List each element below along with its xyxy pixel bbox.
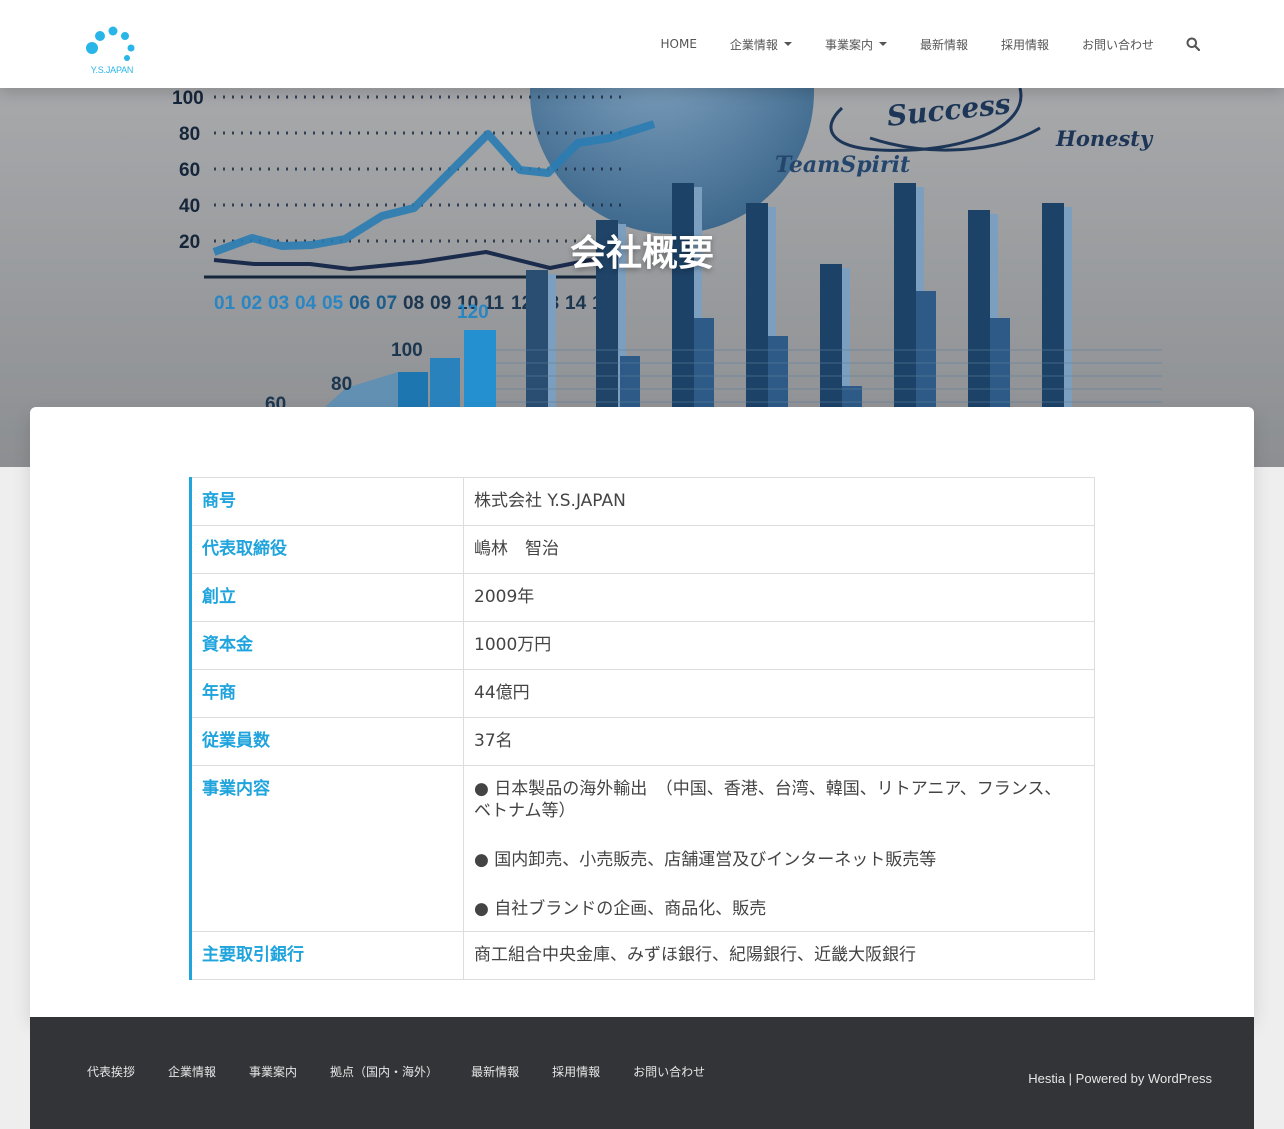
hero-y-tick: 80 [179, 124, 200, 145]
nav-recruit[interactable]: 採用情報 [1001, 36, 1049, 53]
table-row: 年商 44億円 [189, 669, 1095, 718]
site-logo[interactable]: Y.S.JAPAN [84, 26, 140, 78]
site-footer: 代表挨拶 企業情報 事業案内 拠点（国内・海外） 最新情報 採用情報 お問い合わ… [30, 1017, 1254, 1129]
logo-dots-icon [86, 26, 135, 61]
main-nav: HOME 企業情報 事業案内 最新情報 採用情報 お問い合わせ [628, 0, 1200, 88]
hero-x-tick: 01 [214, 293, 236, 314]
footer-link-company[interactable]: 企業情報 [168, 1063, 216, 1080]
business-gap [474, 871, 1084, 898]
row-key: 従業員数 [189, 717, 464, 766]
logo-text: Y.S.JAPAN [90, 65, 134, 75]
business-gap [474, 822, 1084, 849]
nav-home[interactable]: HOME [661, 37, 697, 51]
nav-contact-label: お問い合わせ [1081, 37, 1154, 52]
hero-x-tick: 05 [322, 293, 344, 314]
row-key: 資本金 [189, 621, 464, 670]
footer-nav: 代表挨拶 企業情報 事業案内 拠点（国内・海外） 最新情報 採用情報 お問い合わ… [87, 1063, 738, 1080]
hero-x-tick: 08 [403, 293, 424, 314]
nav-business-label: 事業案内 [824, 37, 873, 52]
hero-word-teamspirit: TeamSpirit [775, 152, 910, 178]
row-value: 嶋林 智治 [463, 525, 1095, 574]
hero-y-tick: 60 [179, 160, 200, 181]
table-row: 創立 2009年 [189, 573, 1095, 622]
business-line: ● 自社ブランドの企画、商品化、販売 [474, 899, 767, 919]
hero-y-tick: 100 [172, 88, 204, 109]
hero-x-tick: 03 [268, 293, 289, 314]
footer-credit: Hestia | Powered by WordPress [1028, 1071, 1212, 1086]
table-row: 代表取締役 嶋林 智治 [189, 525, 1095, 574]
company-info-table: 商号 株式会社 Y.S.JAPAN 代表取締役 嶋林 智治 創立 2009年 資… [189, 477, 1095, 980]
nav-news-label: 最新情報 [919, 37, 968, 52]
nav-contact[interactable]: お問い合わせ [1082, 36, 1154, 53]
footer-link-greeting[interactable]: 代表挨拶 [87, 1063, 135, 1080]
row-key: 年商 [189, 669, 464, 718]
hero-bar-label: 80 [331, 374, 352, 395]
hero-word-honesty: Honesty [1055, 126, 1154, 151]
row-value: 株式会社 Y.S.JAPAN [463, 477, 1095, 526]
nav-company-info[interactable]: 企業情報 [730, 36, 792, 53]
row-key-business: 事業内容 [189, 765, 464, 932]
row-key-bank: 主要取引銀行 [189, 931, 464, 980]
search-icon[interactable] [1186, 37, 1200, 51]
nav-business[interactable]: 事業案内 [825, 36, 887, 53]
hero-x-tick: 04 [295, 293, 317, 314]
credit-platform-link[interactable]: WordPress [1148, 1071, 1212, 1086]
table-row: 事業内容 ● 日本製品の海外輸出 （中国、香港、台湾、韓国、リトアニア、フランス… [189, 765, 1095, 932]
main-content-card: 商号 株式会社 Y.S.JAPAN 代表取締役 嶋林 智治 創立 2009年 資… [30, 407, 1254, 1017]
hero-x-tick: 14 [565, 293, 587, 314]
chevron-down-icon [878, 42, 887, 46]
hero-x-tick: 02 [241, 293, 262, 314]
row-key: 商号 [189, 477, 464, 526]
hero-x-tick: 06 [349, 293, 370, 314]
row-value-business: ● 日本製品の海外輸出 （中国、香港、台湾、韓国、リトアニア、フランス、ベトナム… [463, 765, 1095, 932]
row-key: 創立 [189, 573, 464, 622]
row-value: 1000万円 [463, 621, 1095, 670]
hero-bar-label: 100 [391, 340, 423, 361]
hero-x-tick: 07 [376, 293, 397, 314]
row-value: 37名 [463, 717, 1095, 766]
chevron-down-icon [783, 42, 792, 46]
row-value: 2009年 [463, 573, 1095, 622]
footer-link-news[interactable]: 最新情報 [471, 1063, 519, 1080]
table-row: 主要取引銀行 商工組合中央金庫、みずほ銀行、紀陽銀行、近畿大阪銀行 [189, 931, 1095, 980]
nav-recruit-label: 採用情報 [1000, 37, 1049, 52]
nav-company-info-label: 企業情報 [729, 37, 778, 52]
page-title: 会社概要 [569, 233, 714, 274]
business-line: ● 国内卸売、小売販売、店舗運営及びインターネット販売等 [474, 850, 937, 870]
credit-theme-link[interactable]: Hestia [1028, 1071, 1065, 1086]
row-value-bank: 商工組合中央金庫、みずほ銀行、紀陽銀行、近畿大阪銀行 [463, 931, 1095, 980]
nav-home-label: HOME [660, 37, 697, 51]
table-row: 商号 株式会社 Y.S.JAPAN [189, 477, 1095, 526]
hero-bar-label: 120 [457, 302, 489, 323]
footer-link-locations[interactable]: 拠点（国内・海外） [330, 1063, 438, 1080]
credit-separator: | Powered by [1065, 1071, 1148, 1086]
footer-link-recruit[interactable]: 採用情報 [552, 1063, 600, 1080]
footer-link-contact[interactable]: お問い合わせ [633, 1063, 705, 1080]
hero-x-tick: 09 [430, 293, 451, 314]
site-header: Y.S.JAPAN HOME 企業情報 事業案内 最新情報 採用情報 お問い合わ… [0, 0, 1284, 88]
table-row: 従業員数 37名 [189, 717, 1095, 766]
nav-news[interactable]: 最新情報 [920, 36, 968, 53]
hero-y-tick: 40 [179, 196, 200, 217]
row-value: 44億円 [463, 669, 1095, 718]
table-row: 資本金 1000万円 [189, 621, 1095, 670]
business-line: ● 日本製品の海外輸出 （中国、香港、台湾、韓国、リトアニア、フランス、ベトナム… [474, 779, 1062, 821]
footer-link-business[interactable]: 事業案内 [249, 1063, 297, 1080]
row-key: 代表取締役 [189, 525, 464, 574]
